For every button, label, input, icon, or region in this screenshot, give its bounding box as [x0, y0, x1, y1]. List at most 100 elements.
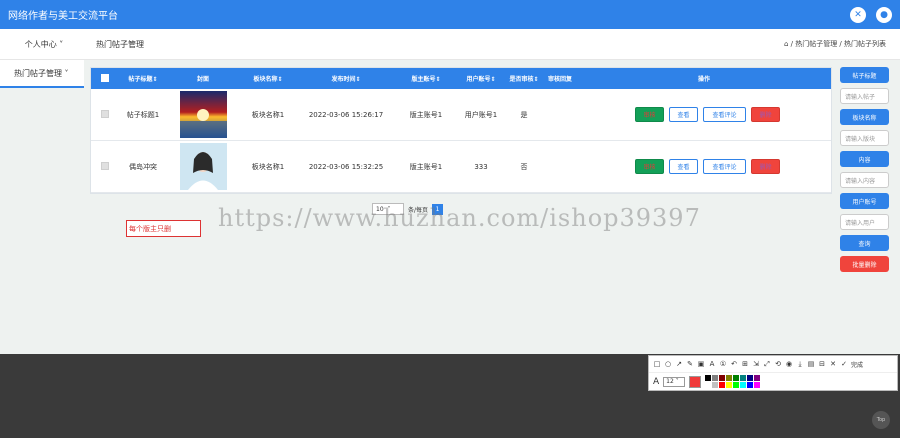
- post-title-filter-button[interactable]: 帖子标题: [840, 67, 889, 83]
- expand-icon[interactable]: ⤢: [763, 360, 771, 369]
- bookmark-icon[interactable]: ⊟: [818, 360, 826, 368]
- personal-center-menu[interactable]: 个人中心 ˅: [0, 39, 88, 50]
- pen-icon[interactable]: ✎: [686, 360, 694, 368]
- breadcrumb: ⌂ / 热门帖子管理 / 热门帖子列表: [783, 40, 886, 48]
- translate-icon[interactable]: ⟲: [774, 360, 782, 368]
- view-button[interactable]: 查看: [669, 107, 698, 122]
- view-button[interactable]: 查看: [669, 159, 698, 174]
- user-account-filter-button[interactable]: 用户账号: [840, 193, 889, 209]
- column-header: 操作: [697, 76, 710, 83]
- user-account: 用户账号1: [464, 110, 498, 119]
- delete-button[interactable]: 删除: [751, 159, 780, 174]
- posts-table: 帖子标题⇕ 封面 板块名称⇕ 发布时间⇕ 版主账号⇕ 用户账号⇕ 是否审核⇕ 审…: [90, 67, 832, 194]
- cancel-icon[interactable]: ✕: [829, 360, 837, 368]
- watermark: https://www.huzhan.com/ishop39397: [218, 204, 701, 232]
- palette-color-swatch[interactable]: [754, 382, 761, 388]
- content-filter-button[interactable]: 内容: [840, 151, 889, 167]
- review-button[interactable]: 审核: [635, 159, 664, 174]
- palette-color-swatch[interactable]: [733, 375, 740, 381]
- column-header: 封面: [196, 76, 209, 83]
- ellipse-icon[interactable]: ○: [664, 360, 672, 368]
- close-icon[interactable]: ✕: [850, 6, 866, 23]
- row-checkbox[interactable]: [101, 161, 109, 170]
- delete-button[interactable]: 删除: [751, 107, 780, 122]
- column-header: 审核回复: [547, 76, 572, 83]
- app-window: 网络作者与美工交流平台 ✕ ● 个人中心 ˅ 热门帖子管理 ⌂ / 热门帖子管理…: [0, 0, 900, 354]
- font-icon: A: [653, 376, 660, 387]
- sidebar-item-label: 热门帖子管理: [14, 69, 62, 78]
- number-icon[interactable]: ①: [719, 360, 727, 368]
- mosaic-icon[interactable]: ▣: [697, 360, 705, 368]
- long-screenshot-icon[interactable]: ⇲: [752, 360, 760, 368]
- save-icon[interactable]: ▤: [807, 360, 815, 368]
- palette-color-swatch[interactable]: [726, 382, 733, 388]
- palette-color-swatch[interactable]: [740, 375, 747, 381]
- palette-color-swatch[interactable]: [712, 375, 719, 381]
- column-header[interactable]: 发布时间⇕: [297, 74, 395, 83]
- user-account: 333: [474, 162, 488, 171]
- font-size-select[interactable]: 12 ˅: [663, 376, 686, 387]
- palette-color-swatch[interactable]: [705, 375, 712, 381]
- view-comments-button[interactable]: 查看评论: [703, 159, 746, 174]
- post-title-input[interactable]: 请输入帖子: [840, 88, 889, 104]
- top-bar: 网络作者与美工交流平台 ✕ ●: [0, 0, 900, 29]
- sidebar-item-hot-posts[interactable]: 热门帖子管理 ˅: [0, 60, 84, 88]
- board-name-input[interactable]: 请输入版块: [840, 130, 889, 146]
- app-title: 网络作者与美工交流平台: [8, 11, 118, 22]
- page-title: 热门帖子管理: [96, 39, 144, 49]
- column-header[interactable]: 帖子标题⇕: [119, 74, 167, 83]
- done-button[interactable]: 完成: [851, 360, 863, 369]
- table-row: 偶岛冲突 板块名称1 2022-03-06 15:32:25 版主账号1 333…: [91, 141, 831, 193]
- palette-color-swatch[interactable]: [726, 375, 733, 381]
- board-name: 板块名称1: [251, 162, 285, 171]
- user-account-input[interactable]: 请输入用户: [840, 214, 889, 230]
- main-content: 帖子标题⇕ 封面 板块名称⇕ 发布时间⇕ 版主账号⇕ 用户账号⇕ 是否审核⇕ 审…: [84, 60, 900, 354]
- palette-color-swatch[interactable]: [712, 382, 719, 388]
- sub-header: 个人中心 ˅ 热门帖子管理 ⌂ / 热门帖子管理 / 热门帖子列表: [0, 29, 900, 60]
- view-comments-button[interactable]: 查看评论: [703, 107, 746, 122]
- content-input[interactable]: 请输入内容: [840, 172, 889, 188]
- palette-color-swatch[interactable]: [740, 382, 747, 388]
- row-actions: 审核 查看 查看评论 删除: [577, 159, 831, 174]
- palette-color-swatch[interactable]: [754, 375, 761, 381]
- corner-badge[interactable]: Top: [872, 411, 890, 429]
- column-header[interactable]: 是否审核⇕: [505, 74, 543, 83]
- column-header[interactable]: 板块名称⇕: [239, 74, 297, 83]
- user-icon[interactable]: ●: [876, 6, 892, 23]
- search-button[interactable]: 查询: [840, 235, 889, 251]
- rectangle-icon[interactable]: □: [653, 360, 661, 368]
- palette-color-swatch[interactable]: [747, 382, 754, 388]
- personal-center-label: 个人中心: [24, 39, 57, 49]
- select-all-checkbox[interactable]: [101, 73, 109, 82]
- arrow-icon[interactable]: ↗: [675, 360, 683, 368]
- row-checkbox[interactable]: [101, 109, 109, 118]
- post-title: 偶岛冲突: [129, 162, 157, 171]
- palette-color-swatch[interactable]: [747, 375, 754, 381]
- review-status: 否: [520, 162, 528, 171]
- column-header[interactable]: 版主账号⇕: [395, 74, 457, 83]
- record-icon[interactable]: ◉: [785, 360, 793, 368]
- publish-time: 2022-03-06 15:26:17: [308, 110, 384, 119]
- palette-color-swatch[interactable]: [733, 382, 740, 388]
- post-title: 帖子标题1: [126, 110, 160, 119]
- palette-color-swatch[interactable]: [719, 382, 726, 388]
- current-color-swatch[interactable]: [689, 375, 702, 388]
- table-header: 帖子标题⇕ 封面 板块名称⇕ 发布时间⇕ 版主账号⇕ 用户账号⇕ 是否审核⇕ 审…: [91, 68, 831, 89]
- moderator-account: 版主账号1: [409, 162, 443, 171]
- undo-icon[interactable]: ↶: [730, 360, 738, 368]
- download-icon[interactable]: ⤓: [796, 360, 804, 369]
- publish-time: 2022-03-06 15:32:25: [308, 162, 384, 171]
- review-button[interactable]: 审核: [635, 107, 664, 122]
- board-name-filter-button[interactable]: 板块名称: [840, 109, 889, 125]
- column-header[interactable]: 用户账号⇕: [457, 74, 505, 83]
- annotation-textbox[interactable]: 每个版主只删: [126, 220, 201, 237]
- row-actions: 审核 查看 查看评论 删除: [577, 107, 831, 122]
- bulk-delete-button[interactable]: 批量删除: [840, 256, 889, 272]
- review-status: 是: [520, 110, 528, 119]
- pin-icon[interactable]: ⊞: [741, 360, 749, 368]
- palette-color-swatch[interactable]: [719, 375, 726, 381]
- palette-color-swatch[interactable]: [705, 382, 712, 388]
- text-icon[interactable]: A: [708, 360, 716, 368]
- color-palette: [705, 375, 761, 388]
- check-icon[interactable]: ✓: [840, 360, 848, 368]
